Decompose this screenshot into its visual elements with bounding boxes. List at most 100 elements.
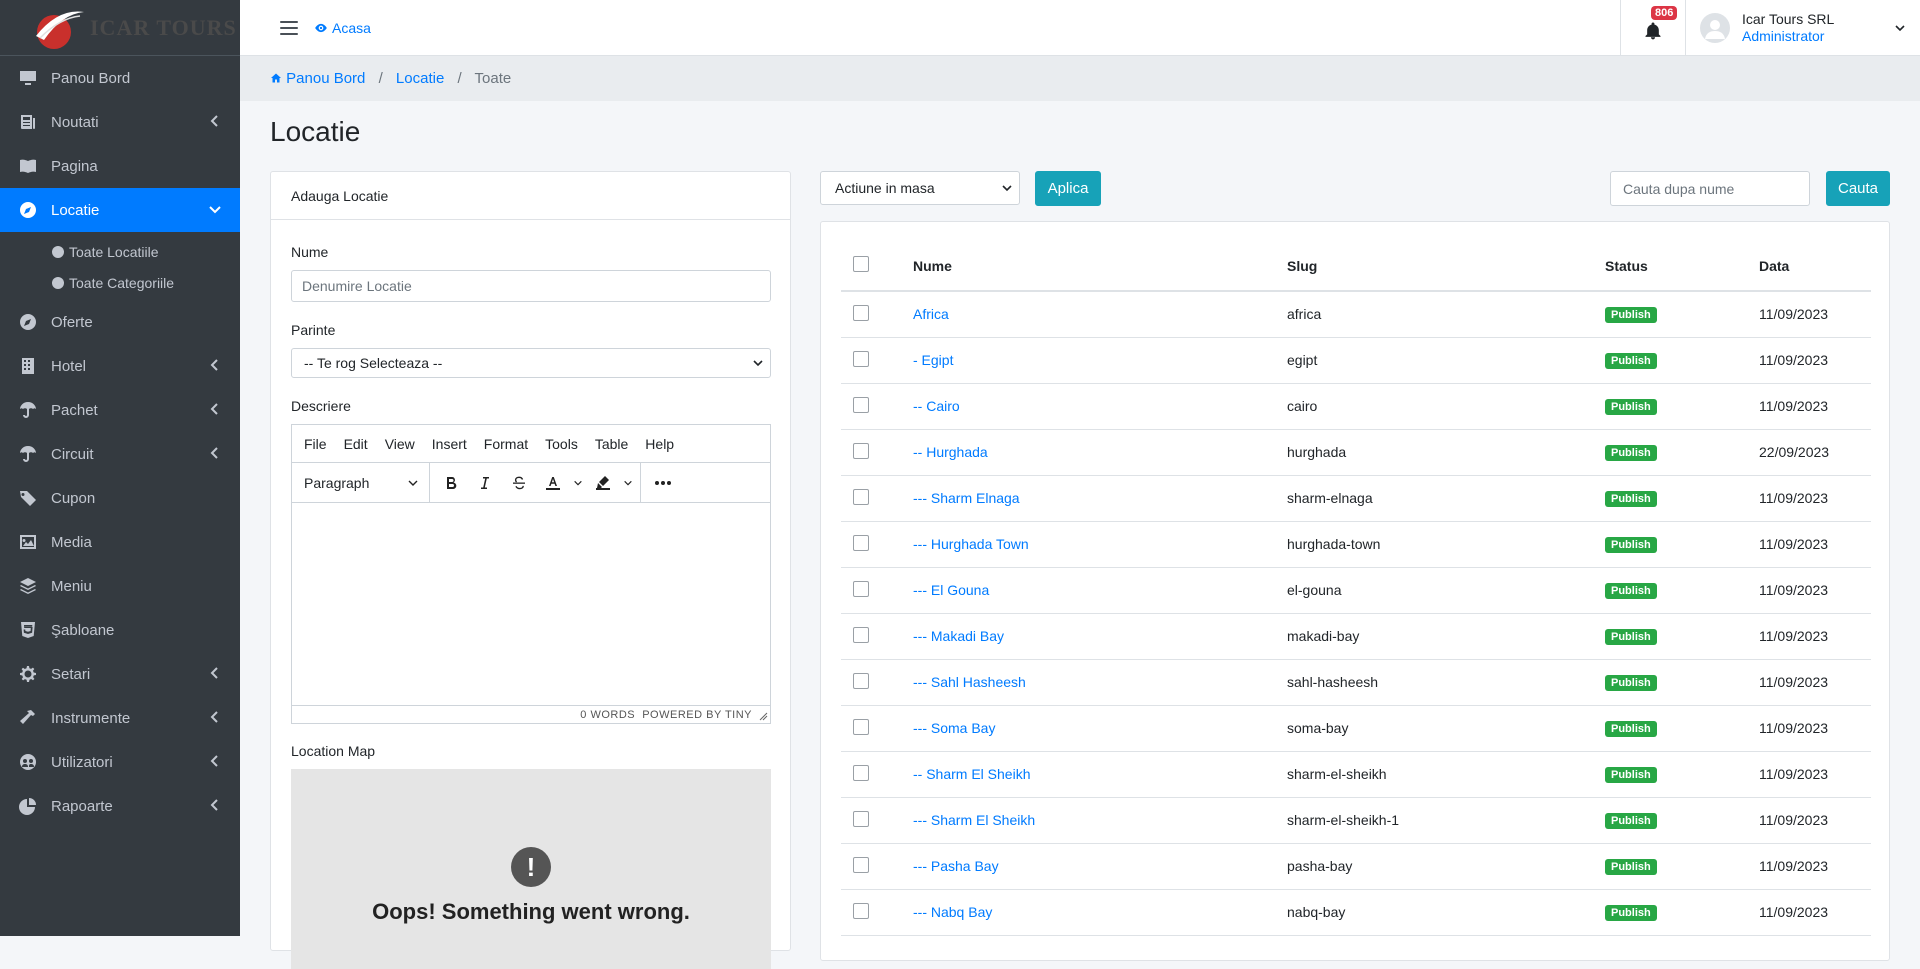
text-color-button[interactable] <box>536 463 570 503</box>
compass-icon <box>16 200 40 220</box>
location-name-link[interactable]: --- Pasha Bay <box>913 858 999 874</box>
row-checkbox[interactable] <box>853 304 869 321</box>
search-input[interactable]: Cauta dupa nume <box>1610 171 1810 206</box>
chevron-left-icon <box>208 358 222 372</box>
editor-menu-insert[interactable]: Insert <box>432 436 467 452</box>
row-checkbox[interactable] <box>853 902 869 919</box>
home-link[interactable]: Acasa <box>314 20 371 36</box>
sidebar-item-panou-bord[interactable]: Panou Bord <box>0 56 240 100</box>
column-header-slug[interactable]: Slug <box>1275 241 1593 292</box>
editor-menu-table[interactable]: Table <box>595 436 628 452</box>
chevron-down-icon <box>624 480 632 485</box>
location-name-link[interactable]: --- Hurghada Town <box>913 536 1029 552</box>
editor-menu-view[interactable]: View <box>385 436 415 452</box>
editor-menu-tools[interactable]: Tools <box>545 436 578 452</box>
user-name: Icar Tours SRL <box>1742 11 1835 27</box>
editor-content-area[interactable] <box>292 503 770 705</box>
column-header-status[interactable]: Status <box>1593 241 1747 292</box>
sidebar-item-pachet[interactable]: Pachet <box>0 388 240 432</box>
location-map[interactable]: ! Oops! Something went wrong. <box>291 769 771 969</box>
table-row: --- El Gouna el-gouna Publish 11/09/2023 <box>841 567 1871 614</box>
location-name-link[interactable]: --- Sahl Hasheesh <box>913 674 1026 690</box>
sidebar-item--abloane[interactable]: Şabloane <box>0 608 240 652</box>
hamburger-menu-icon[interactable] <box>280 20 298 35</box>
bold-button[interactable] <box>434 463 468 503</box>
column-header-name[interactable]: Nume <box>901 241 1275 292</box>
user-menu[interactable]: Icar Tours SRL Administrator <box>1686 0 1920 56</box>
sidebar-item-utilizatori[interactable]: Utilizatori <box>0 740 240 784</box>
table-row: --- Soma Bay soma-bay Publish 11/09/2023 <box>841 705 1871 752</box>
italic-button[interactable] <box>468 463 502 503</box>
highlight-color-button[interactable] <box>586 463 620 503</box>
breadcrumb-home-link[interactable]: Panou Bord <box>286 70 365 87</box>
sidebar-item-oferte[interactable]: Oferte <box>0 300 240 344</box>
sidebar-item-meniu[interactable]: Meniu <box>0 564 240 608</box>
location-name-link[interactable]: --- Sharm Elnaga <box>913 490 1020 506</box>
location-name-link[interactable]: - Egipt <box>913 352 953 368</box>
editor-menu-format[interactable]: Format <box>484 436 528 452</box>
table-row: -- Sharm El Sheikh sharm-el-sheikh Publish… <box>841 751 1871 798</box>
location-name-link[interactable]: -- Hurghada <box>913 444 988 460</box>
location-name-link[interactable]: --- Sharm El Sheikh <box>913 812 1035 828</box>
status-badge: Publish <box>1605 445 1657 461</box>
sidebar-item-cupon[interactable]: Cupon <box>0 476 240 520</box>
brand-logo[interactable]: ICAR TOURS <box>0 0 240 56</box>
bulk-action-select[interactable]: Actiune in masa <box>820 171 1020 205</box>
sidebar-item-circuit[interactable]: Circuit <box>0 432 240 476</box>
row-checkbox[interactable] <box>853 718 869 735</box>
location-name-link[interactable]: --- Soma Bay <box>913 720 995 736</box>
sidebar-item-pagina[interactable]: Pagina <box>0 144 240 188</box>
row-checkbox[interactable] <box>853 856 869 873</box>
row-checkbox[interactable] <box>853 764 869 781</box>
row-checkbox[interactable] <box>853 626 869 643</box>
row-checkbox[interactable] <box>853 350 869 367</box>
editor-menu-file[interactable]: File <box>304 436 327 452</box>
row-checkbox[interactable] <box>853 810 869 827</box>
more-tools-button[interactable] <box>640 462 684 503</box>
status-badge: Publish <box>1605 813 1657 829</box>
row-checkbox[interactable] <box>853 396 869 413</box>
location-name-link[interactable]: Africa <box>913 306 949 322</box>
more-horizontal-icon <box>654 480 671 485</box>
strikethrough-button[interactable] <box>502 463 536 503</box>
logo-mark-icon <box>30 6 86 50</box>
parent-select[interactable]: -- Te rog Selecteaza -- <box>291 348 771 378</box>
block-format-dropdown[interactable]: Paragraph <box>292 462 430 503</box>
breadcrumb-section-link[interactable]: Locatie <box>396 70 444 87</box>
location-name-link[interactable]: --- El Gouna <box>913 582 989 598</box>
row-checkbox[interactable] <box>853 672 869 689</box>
location-name-link[interactable]: --- Makadi Bay <box>913 628 1004 644</box>
sidebar-item-rapoarte[interactable]: Rapoarte <box>0 784 240 828</box>
editor-menu-help[interactable]: Help <box>645 436 674 452</box>
location-name-link[interactable]: -- Cairo <box>913 398 960 414</box>
search-button[interactable]: Cauta <box>1826 171 1890 206</box>
chart-pie-icon <box>16 796 40 816</box>
location-slug: sahl-hasheesh <box>1275 659 1593 706</box>
highlight-color-dropdown[interactable] <box>620 463 636 503</box>
text-color-dropdown[interactable] <box>570 463 586 503</box>
row-checkbox[interactable] <box>853 442 869 459</box>
row-checkbox[interactable] <box>853 488 869 505</box>
notifications-button[interactable]: 806 <box>1620 0 1686 56</box>
sidebar-subitem-toate-locatiile[interactable]: Toate Locatiile <box>0 236 240 267</box>
location-name-link[interactable]: -- Sharm El Sheikh <box>913 766 1030 782</box>
sidebar-item-instrumente[interactable]: Instrumente <box>0 696 240 740</box>
bell-icon <box>1645 22 1661 40</box>
location-slug: el-gouna <box>1275 567 1593 614</box>
row-checkbox[interactable] <box>853 534 869 551</box>
sidebar-subitem-toate-categoriile[interactable]: Toate Categoriile <box>0 267 240 298</box>
editor-menu-edit[interactable]: Edit <box>344 436 368 452</box>
sidebar-item-media[interactable]: Media <box>0 520 240 564</box>
sidebar-item-hotel[interactable]: Hotel <box>0 344 240 388</box>
sidebar-item-setari[interactable]: Setari <box>0 652 240 696</box>
location-name-link[interactable]: --- Nabq Bay <box>913 904 992 920</box>
chevron-left-icon <box>208 114 222 128</box>
select-all-checkbox[interactable] <box>853 256 869 272</box>
sidebar-item-locatie[interactable]: Locatie <box>0 188 240 232</box>
resize-handle-icon[interactable] <box>758 711 768 721</box>
apply-button[interactable]: Aplica <box>1035 171 1101 206</box>
row-checkbox[interactable] <box>853 580 869 597</box>
sidebar-item-noutati[interactable]: Noutati <box>0 100 240 144</box>
column-header-date[interactable]: Data <box>1747 241 1871 292</box>
name-input[interactable]: Denumire Locatie <box>291 270 771 302</box>
